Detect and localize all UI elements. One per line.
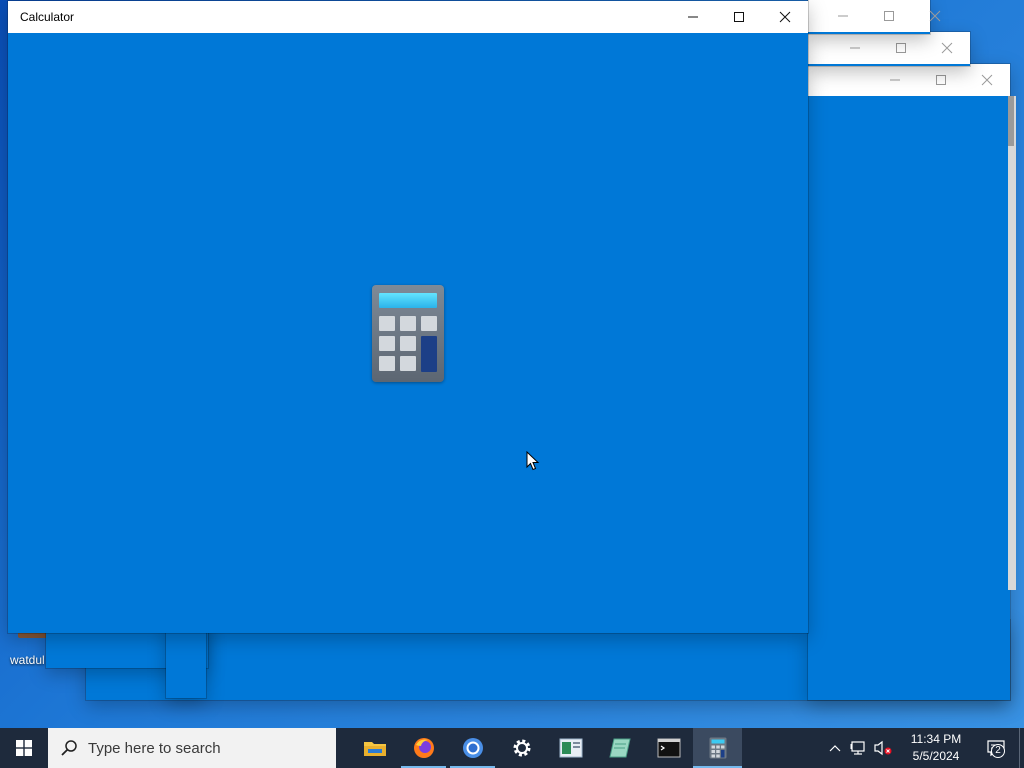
close-icon	[929, 10, 941, 22]
taskbar-terminal[interactable]	[644, 728, 693, 768]
folder-icon	[363, 742, 386, 756]
minimize-button[interactable]	[820, 0, 866, 32]
search-placeholder: Type here to search	[88, 739, 221, 757]
calculator-icon	[709, 737, 726, 759]
system-tray: 11:34 PM 5/5/2024 2	[823, 728, 1024, 768]
maximize-icon	[884, 11, 894, 21]
show-desktop-button[interactable]	[1019, 728, 1024, 768]
close-button[interactable]	[924, 32, 970, 64]
gear-icon	[513, 739, 530, 757]
minimize-icon	[890, 79, 900, 81]
taskbar-chrome[interactable]	[448, 728, 497, 768]
search-input[interactable]: Type here to search	[48, 728, 336, 768]
chevron-up-icon	[829, 745, 841, 752]
windows-logo-icon	[16, 740, 32, 756]
action-center-button[interactable]: 2	[973, 728, 1019, 768]
scrollbar-thumb[interactable]	[1008, 96, 1014, 146]
titlebar[interactable]	[808, 64, 1010, 96]
minimize-icon	[850, 47, 860, 49]
taskbar-document[interactable]	[546, 728, 595, 768]
taskbar: Type here to search 11:34 PM 5/5/2024 2	[0, 728, 1024, 768]
notification-count-badge: 2	[991, 744, 1005, 758]
minimize-icon	[688, 16, 698, 18]
minimize-icon	[838, 15, 848, 17]
start-button[interactable]	[0, 728, 48, 768]
volume-muted-icon	[874, 740, 892, 756]
taskbar-notes[interactable]	[595, 728, 644, 768]
maximize-button[interactable]	[918, 64, 964, 96]
scrollbar[interactable]	[1008, 96, 1016, 590]
titlebar[interactable]: Calculator	[8, 1, 808, 33]
pinned-apps	[350, 728, 742, 768]
splash-screen	[8, 33, 808, 633]
minimize-button[interactable]	[670, 1, 716, 33]
volume-button[interactable]	[871, 728, 895, 768]
desktop-shortcut-label[interactable]: watdul	[10, 653, 45, 667]
network-button[interactable]	[847, 728, 871, 768]
background-window-1[interactable]	[808, 64, 1010, 700]
terminal-icon	[657, 738, 680, 758]
clock-date: 5/5/2024	[912, 749, 960, 763]
maximize-icon	[896, 43, 906, 53]
chrome-icon	[462, 738, 483, 758]
show-hidden-icons-button[interactable]	[823, 728, 847, 768]
close-icon	[981, 74, 993, 86]
taskbar-calculator[interactable]	[693, 728, 742, 768]
maximize-icon	[936, 75, 946, 85]
maximize-button[interactable]	[716, 1, 762, 33]
firefox-icon	[413, 738, 434, 758]
titlebar[interactable]	[808, 32, 970, 64]
taskbar-settings[interactable]	[497, 728, 546, 768]
close-icon	[779, 11, 791, 23]
background-window-2[interactable]	[808, 32, 970, 66]
network-icon	[850, 741, 865, 755]
maximize-button[interactable]	[866, 0, 912, 32]
close-button[interactable]	[964, 64, 1010, 96]
clock-time: 11:34 PM	[910, 732, 962, 746]
desktop: watdul Calculator	[0, 0, 1024, 728]
maximize-button[interactable]	[878, 32, 924, 64]
window-title: Calculator	[20, 10, 75, 24]
calculator-window[interactable]: Calculator	[8, 1, 808, 633]
background-window-3[interactable]	[808, 0, 941, 34]
close-button[interactable]	[762, 1, 808, 33]
close-button[interactable]	[912, 0, 958, 32]
titlebar[interactable]	[808, 0, 941, 32]
taskbar-firefox[interactable]	[399, 728, 448, 768]
maximize-icon	[734, 12, 744, 22]
notes-icon	[608, 738, 631, 758]
minimize-button[interactable]	[832, 32, 878, 64]
mouse-cursor-icon	[526, 451, 540, 471]
clock[interactable]: 11:34 PM 5/5/2024	[899, 731, 973, 765]
calculator-icon	[372, 285, 444, 382]
search-icon	[61, 740, 77, 756]
minimize-button[interactable]	[872, 64, 918, 96]
taskbar-file-explorer[interactable]	[350, 728, 399, 768]
close-icon	[941, 42, 953, 54]
document-icon	[559, 738, 582, 758]
